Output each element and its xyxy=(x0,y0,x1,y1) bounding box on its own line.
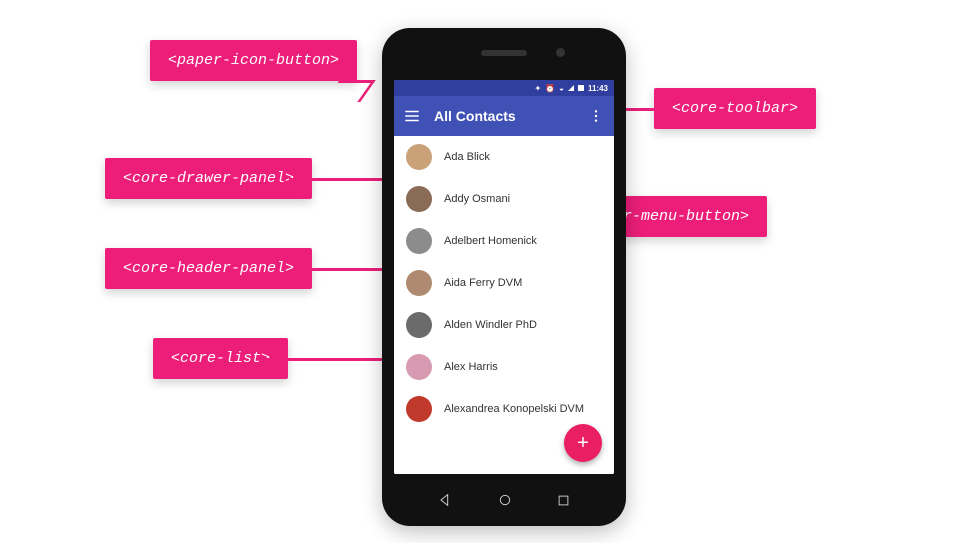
alarm-icon xyxy=(545,84,555,93)
avatar xyxy=(406,144,432,170)
android-nav-bar xyxy=(394,482,614,518)
status-clock: 11:43 xyxy=(588,84,608,93)
bluetooth-icon xyxy=(534,84,541,93)
nav-back-icon[interactable] xyxy=(437,492,453,508)
device-camera xyxy=(556,48,565,57)
avatar xyxy=(406,354,432,380)
more-vert-icon[interactable] xyxy=(586,106,606,126)
callout-core-toolbar: <core-toolbar> xyxy=(654,88,816,129)
avatar xyxy=(406,228,432,254)
app-toolbar: All Contacts xyxy=(394,96,614,136)
wifi-icon xyxy=(559,84,564,93)
nav-home-icon[interactable] xyxy=(497,492,513,508)
contact-row[interactable]: Alex Harris xyxy=(394,346,614,388)
device-frame: 11:43 All Contacts Ada Blick Addy Osmani A… xyxy=(382,28,626,526)
menu-icon[interactable] xyxy=(402,106,422,126)
contact-name: Alden Windler PhD xyxy=(444,319,537,331)
android-status-bar: 11:43 xyxy=(394,80,614,96)
callout-core-header-panel: <core-header-panel> xyxy=(105,248,312,289)
device-speaker xyxy=(481,50,527,56)
avatar xyxy=(406,270,432,296)
contact-name: Adelbert Homenick xyxy=(444,235,537,247)
contact-name: Alex Harris xyxy=(444,361,498,373)
contact-row[interactable]: Alden Windler PhD xyxy=(394,304,614,346)
battery-icon xyxy=(578,85,584,91)
contact-row[interactable]: Addy Osmani xyxy=(394,178,614,220)
callout-paper-icon-button: <paper-icon-button> xyxy=(150,40,357,81)
avatar xyxy=(406,186,432,212)
contact-row[interactable]: Aida Ferry DVM xyxy=(394,262,614,304)
contact-row[interactable]: Adelbert Homenick xyxy=(394,220,614,262)
contact-name: Aida Ferry DVM xyxy=(444,277,522,289)
avatar xyxy=(406,396,432,422)
signal-icon xyxy=(568,85,574,91)
contact-row[interactable]: Ada Blick xyxy=(394,136,614,178)
toolbar-title: All Contacts xyxy=(434,108,516,124)
callout-core-drawer-panel: <core-drawer-panel> xyxy=(105,158,312,199)
fab-add-button[interactable]: + xyxy=(564,424,602,462)
avatar xyxy=(406,312,432,338)
app-screen: 11:43 All Contacts Ada Blick Addy Osmani A… xyxy=(394,80,614,474)
contact-name: Addy Osmani xyxy=(444,193,510,205)
nav-recent-icon[interactable] xyxy=(556,493,571,508)
contact-name: Ada Blick xyxy=(444,151,490,163)
contact-name: Alexandrea Konopelski DVM xyxy=(444,403,584,415)
